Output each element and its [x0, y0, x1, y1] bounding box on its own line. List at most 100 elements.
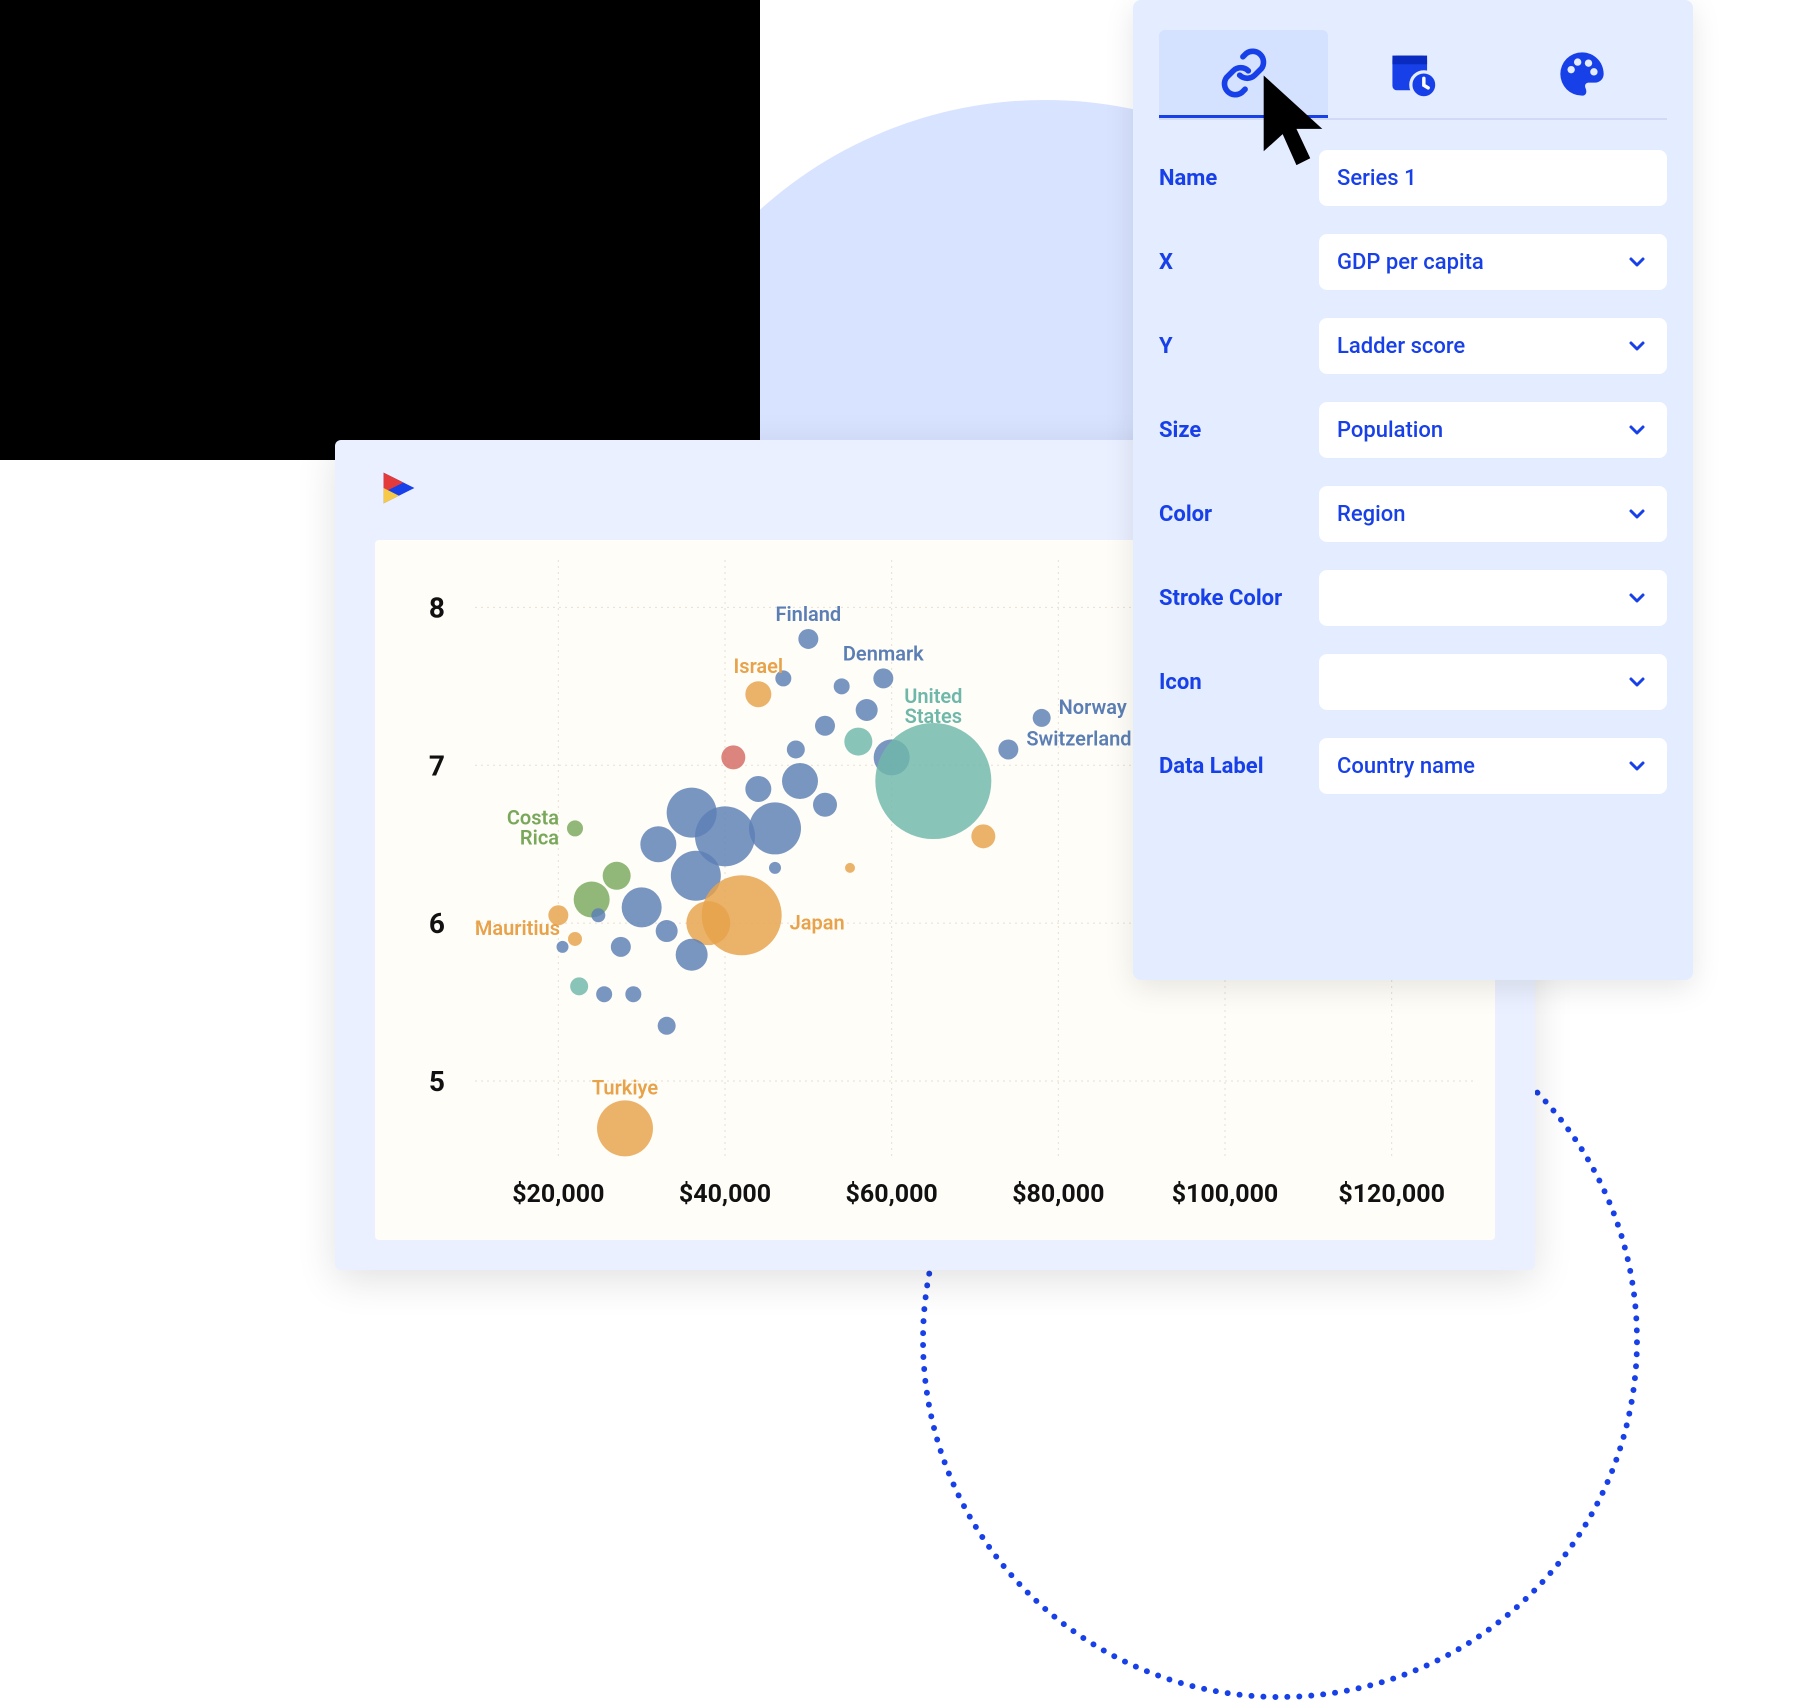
- bubble: [721, 745, 745, 769]
- bubble: [557, 941, 569, 953]
- bubble: [603, 862, 631, 890]
- panel-form: NameSeries 1 X GDP per capita Y Ladder score…: [1159, 150, 1667, 794]
- name-input[interactable]: Series 1: [1319, 150, 1667, 206]
- dataLabel-select[interactable]: Country name: [1319, 738, 1667, 794]
- name-value: Series 1: [1337, 166, 1417, 191]
- bubble: [1033, 709, 1051, 727]
- tab-schedule[interactable]: [1328, 30, 1497, 118]
- calendar-clock-icon: [1387, 48, 1439, 100]
- form-row-size: Size Population: [1159, 402, 1667, 458]
- x-tick-label: $20,000: [512, 1180, 604, 1209]
- bubble: [815, 716, 835, 736]
- bubble: [844, 728, 872, 756]
- form-row-y: Y Ladder score: [1159, 318, 1667, 374]
- app-logo-icon: [377, 466, 421, 510]
- bubble-label: Turkiye: [592, 1075, 658, 1099]
- bubble-label: Japan: [790, 910, 845, 934]
- bubble: [798, 629, 818, 649]
- bubble: [998, 739, 1018, 759]
- form-row-icon: Icon: [1159, 654, 1667, 710]
- chevron-down-icon: [1625, 670, 1649, 694]
- bubble: [971, 824, 995, 848]
- bubble: [658, 1017, 676, 1035]
- chevron-down-icon: [1625, 334, 1649, 358]
- bubble-label: Mauritius: [475, 916, 560, 940]
- bubble: [749, 802, 801, 854]
- bubble: [702, 875, 782, 955]
- y-select[interactable]: Ladder score: [1319, 318, 1667, 374]
- strokeColor-select[interactable]: [1319, 570, 1667, 626]
- form-row-color: Color Region: [1159, 486, 1667, 542]
- size-select[interactable]: Population: [1319, 402, 1667, 458]
- bubble: [568, 932, 582, 946]
- field-label-color: Color: [1159, 502, 1319, 527]
- bubble-label: Norway: [1059, 695, 1127, 719]
- bubble-label: CostaRica: [507, 805, 559, 849]
- bubble-label: Denmark: [843, 641, 924, 665]
- bubble: [845, 863, 855, 873]
- x-tick-label: $100,000: [1172, 1180, 1279, 1209]
- bubble: [676, 939, 708, 971]
- decoration-black-block: [0, 0, 760, 460]
- bubble: [769, 862, 781, 874]
- field-label-dataLabel: Data Label: [1159, 754, 1319, 779]
- panel-tabs: [1159, 30, 1667, 120]
- chevron-down-icon: [1625, 250, 1649, 274]
- bubble: [813, 793, 837, 817]
- bubble: [596, 986, 612, 1002]
- cursor-pointer-icon: [1258, 72, 1328, 172]
- chevron-down-icon: [1625, 586, 1649, 610]
- bubble: [611, 937, 631, 957]
- bubble: [875, 723, 991, 839]
- y-tick-label: 7: [429, 749, 445, 782]
- field-label-strokeColor: Stroke Color: [1159, 586, 1319, 611]
- color-select[interactable]: Region: [1319, 486, 1667, 542]
- bubble: [591, 908, 605, 922]
- bubble: [597, 1100, 653, 1156]
- y-tick-label: 5: [429, 1065, 445, 1098]
- palette-icon: [1556, 48, 1608, 100]
- y-value: Ladder score: [1337, 334, 1465, 359]
- field-label-y: Y: [1159, 334, 1319, 359]
- form-row-name: NameSeries 1: [1159, 150, 1667, 206]
- y-tick-label: 6: [429, 907, 445, 940]
- field-label-x: X: [1159, 250, 1319, 275]
- x-value: GDP per capita: [1337, 250, 1484, 275]
- tab-style[interactable]: [1498, 30, 1667, 118]
- bubble: [570, 977, 588, 995]
- bubble: [745, 776, 771, 802]
- icon-select[interactable]: [1319, 654, 1667, 710]
- bubble: [567, 820, 583, 836]
- bubble: [787, 740, 805, 758]
- x-tick-label: $60,000: [846, 1180, 938, 1209]
- bubble: [856, 699, 878, 721]
- bubble: [625, 986, 641, 1002]
- x-select[interactable]: GDP per capita: [1319, 234, 1667, 290]
- chevron-down-icon: [1625, 418, 1649, 442]
- bubble-label: Finland: [775, 602, 841, 626]
- form-row-x: X GDP per capita: [1159, 234, 1667, 290]
- bubble-label: Israel: [734, 654, 784, 678]
- chevron-down-icon: [1625, 754, 1649, 778]
- bubble: [834, 678, 850, 694]
- x-tick-label: $120,000: [1338, 1180, 1445, 1209]
- x-tick-label: $80,000: [1012, 1180, 1104, 1209]
- bubble: [782, 763, 818, 799]
- bubble-label: UnitedStates: [904, 684, 962, 728]
- series-config-panel: NameSeries 1 X GDP per capita Y Ladder score…: [1133, 0, 1693, 980]
- size-value: Population: [1337, 418, 1443, 443]
- form-row-dataLabel: Data Label Country name: [1159, 738, 1667, 794]
- bubble: [640, 826, 676, 862]
- bubble: [622, 887, 662, 927]
- field-label-size: Size: [1159, 418, 1319, 443]
- chevron-down-icon: [1625, 502, 1649, 526]
- bubble-label: Switzerland: [1026, 726, 1131, 750]
- y-tick-label: 8: [429, 591, 445, 624]
- bubble: [656, 920, 678, 942]
- dataLabel-value: Country name: [1337, 754, 1475, 779]
- form-row-strokeColor: Stroke Color: [1159, 570, 1667, 626]
- x-tick-label: $40,000: [679, 1180, 771, 1209]
- bubble: [873, 668, 893, 688]
- color-value: Region: [1337, 502, 1405, 527]
- field-label-icon: Icon: [1159, 670, 1319, 695]
